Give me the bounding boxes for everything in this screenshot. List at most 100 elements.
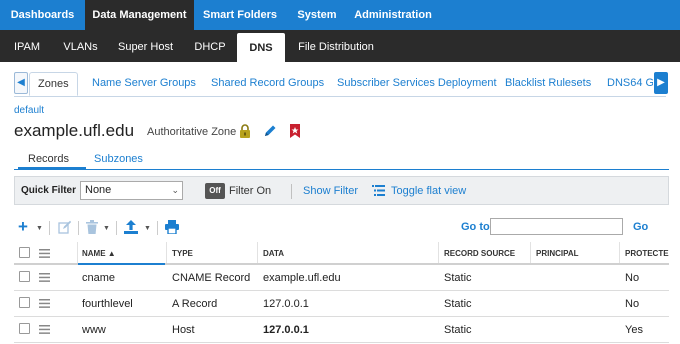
tab-name-server-groups[interactable]: Name Server Groups [92, 72, 196, 96]
column-header-name[interactable]: NAME ▲ [82, 242, 116, 263]
goto-button[interactable]: Go [633, 221, 648, 233]
filter-toggle[interactable]: Off [205, 183, 225, 199]
column-divider [257, 242, 258, 263]
subnav-dns[interactable]: DNS [237, 33, 285, 62]
cell-type: Host [172, 324, 195, 336]
cell-protected: No [625, 272, 640, 284]
subnav-super-host[interactable]: Super Host [107, 30, 184, 62]
column-divider [530, 242, 531, 263]
cell-name: cname [82, 272, 116, 284]
flat-view-icon[interactable] [372, 185, 385, 196]
quick-filter-label: Quick Filter [21, 185, 77, 196]
table-row[interactable]: www Host 127.0.0.1 Static Yes [14, 317, 669, 343]
export-menu-caret-icon[interactable]: ▼ [144, 220, 151, 238]
nav-system[interactable]: System [286, 0, 348, 30]
column-header-principal[interactable]: PRINCIPAL [536, 242, 579, 263]
quick-filter-bar: Quick Filter None ⌄ Off Filter On Show F… [14, 176, 669, 205]
filter-on-label: Filter On [229, 185, 272, 197]
subtab-records[interactable]: Records [28, 153, 69, 165]
column-divider [166, 242, 167, 263]
subnav-file-distribution[interactable]: File Distribution [285, 30, 387, 62]
row-checkbox[interactable] [19, 323, 30, 334]
show-filter-link[interactable]: Show Filter [303, 185, 358, 197]
column-divider [619, 242, 620, 263]
tabs-scroll-left-icon[interactable]: ◀ [14, 72, 28, 94]
column-header-type[interactable]: TYPE [172, 242, 193, 263]
page-title: example.ufl.edu [14, 121, 135, 140]
active-subtab-indicator [18, 167, 86, 170]
cell-protected: Yes [625, 324, 643, 336]
top-navigation: Dashboards Data Management Smart Folders… [0, 0, 680, 30]
nav-data-management[interactable]: Data Management [85, 0, 194, 30]
cell-type: CNAME Record [172, 272, 251, 284]
subnav-vlans[interactable]: VLANs [54, 30, 107, 62]
tab-subscriber-services-deployment[interactable]: Subscriber Services Deployment [337, 72, 497, 96]
tab-blacklist-rulesets[interactable]: Blacklist Rulesets [505, 72, 591, 96]
edit-icon[interactable] [58, 220, 72, 234]
table-header-row: NAME ▲ TYPE DATA RECORD SOURCE PRINCIPAL… [14, 242, 669, 265]
nav-smart-folders[interactable]: Smart Folders [194, 0, 286, 30]
cell-data: 127.0.0.1 [263, 324, 309, 336]
toolbar-divider [116, 221, 117, 235]
cell-record-source: Static [444, 324, 472, 336]
chevron-down-icon: ⌄ [171, 185, 179, 195]
cell-data: 127.0.0.1 [263, 298, 309, 310]
subnav-dhcp[interactable]: DHCP [184, 30, 236, 62]
column-header-protected[interactable]: PROTECTE [625, 242, 669, 263]
subtab-subzones[interactable]: Subzones [94, 153, 143, 165]
cell-record-source: Static [444, 298, 472, 310]
nav-dashboards[interactable]: Dashboards [0, 0, 85, 30]
toggle-flat-view-link[interactable]: Toggle flat view [391, 185, 466, 197]
row-menu-icon[interactable] [39, 299, 50, 308]
select-all-checkbox[interactable] [19, 247, 30, 258]
column-divider [438, 242, 439, 263]
goto-input[interactable] [490, 218, 623, 235]
toolbar-divider [157, 221, 158, 235]
breadcrumb[interactable]: default [14, 105, 44, 116]
row-checkbox[interactable] [19, 271, 30, 282]
drag-handle-icon [39, 249, 50, 258]
records-table: NAME ▲ TYPE DATA RECORD SOURCE PRINCIPAL… [14, 242, 669, 343]
print-icon[interactable] [165, 220, 179, 234]
cell-name: www [82, 324, 106, 336]
column-header-record-source[interactable]: RECORD SOURCE [444, 242, 515, 263]
add-menu-caret-icon[interactable]: ▼ [36, 220, 43, 238]
tab-dns64-groups[interactable]: DNS64 Gro [607, 72, 653, 96]
quick-filter-value: None [85, 184, 112, 196]
quick-filter-select[interactable]: None ⌄ [80, 181, 183, 200]
column-header-data[interactable]: DATA [263, 242, 284, 263]
add-icon[interactable]: + [18, 218, 28, 236]
tabs-scroll-right-icon[interactable]: ▶ [654, 72, 668, 94]
nav-administration[interactable]: Administration [348, 0, 438, 30]
tab-zones[interactable]: Zones [29, 72, 78, 96]
column-divider [77, 242, 78, 263]
bookmark-icon[interactable] [289, 124, 301, 138]
row-menu-icon[interactable] [39, 325, 50, 334]
table-row[interactable]: cname CNAME Record example.ufl.edu Stati… [14, 265, 669, 291]
lock-icon[interactable] [238, 124, 252, 138]
zone-type-label: Authoritative Zone [147, 126, 237, 138]
row-checkbox[interactable] [19, 297, 30, 308]
export-icon[interactable] [124, 220, 138, 234]
filter-divider [291, 184, 292, 199]
cell-name: fourthlevel [82, 298, 133, 310]
edit-pencil-icon[interactable] [263, 124, 277, 138]
goto-label: Go to [461, 221, 490, 233]
tabs-divider [14, 96, 666, 97]
cell-protected: No [625, 298, 640, 310]
table-row[interactable]: fourthlevel A Record 127.0.0.1 Static No [14, 291, 669, 317]
subnav-ipam[interactable]: IPAM [0, 30, 54, 62]
delete-menu-caret-icon[interactable]: ▼ [103, 220, 110, 238]
cell-data: example.ufl.edu [263, 272, 341, 284]
record-subtabs: Records Subzones [14, 149, 669, 170]
records-toolbar: + ▼ ▼ ▼ Go to Go [14, 218, 669, 238]
row-menu-icon[interactable] [39, 273, 50, 282]
toolbar-divider [49, 221, 50, 235]
secondary-navigation: IPAM VLANs Super Host DHCP DNS File Dist… [0, 30, 680, 62]
cell-record-source: Static [444, 272, 472, 284]
zone-tabs: ◀ Zones Name Server Groups Shared Record… [0, 62, 680, 100]
cell-type: A Record [172, 298, 218, 310]
tab-shared-record-groups[interactable]: Shared Record Groups [211, 72, 324, 96]
delete-trash-icon[interactable] [86, 220, 98, 234]
toolbar-divider [78, 221, 79, 235]
